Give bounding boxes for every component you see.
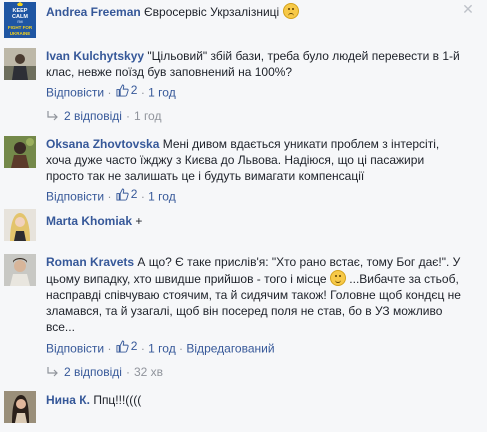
comment-text: Andrea Freeman Євросервіс Укрзалізниці [46,3,299,20]
comment-body-line: цьому випадку, хто швидше прийшов - того… [46,272,327,286]
timestamp: 1 год [133,109,162,123]
comment-nina-k: Нина К. Ппц!!!(((( [0,385,487,430]
comment-marta-khomiak: Marta Khomiak + [0,205,487,245]
separator: · [140,85,145,100]
thumbs-up-icon [116,83,129,97]
likes-number: 2 [130,187,138,201]
reply-arrow-icon [47,111,58,121]
timestamp[interactable]: 1 год [148,190,176,204]
separator: · [107,341,112,356]
svg-text:FIGHT FOR: FIGHT FOR [8,25,33,30]
avatar[interactable] [4,48,36,80]
svg-text:I'M: I'M [17,19,22,24]
likes-number: 2 [130,83,138,97]
likes-count[interactable]: 2 [115,186,138,202]
likes-number: 2 [130,339,138,353]
comment-body-line: Мені дивом вдається уникати проблем з ін… [162,137,440,151]
comment-meta: Відповісти · 2 · 1 год [46,186,176,205]
thumbs-up-icon [116,339,129,353]
comment-body-line: клас, невже поїзд був заповнений на 100%… [46,65,293,79]
separator: · [140,341,145,356]
avatar[interactable] [4,136,36,168]
comment-oksana-zhovtovska: Oksana Zhovtovska Мені дивом вдається ун… [0,128,487,204]
author-name[interactable]: Oksana Zhovtovska [46,137,159,151]
separator: · [107,85,112,100]
likes-count[interactable]: 2 [115,338,138,354]
separator: · [125,365,130,379]
comment-ivan-kulchytskyy: Ivan Kulchytskyy "Цільовий" збій бази, т… [0,40,487,100]
comment-body-line: "Цільовий" збій бази, треба було людей п… [147,49,460,63]
replies-row: 2 відповіді · 32 хв [46,364,163,380]
avatar[interactable] [4,209,36,241]
comment-body: Ппц!!!(((( [93,393,142,407]
comment-andrea-freeman: KEEP CALM I'M FIGHT FOR UKRAINE Andrea F… [0,0,487,38]
timestamp: 32 хв [133,365,163,379]
comment-body-line: зламався, та й узагалі, щоб він посеред … [46,304,443,318]
comment-body-line: А що? Є таке прислів'я: "Хто рано встає,… [137,255,461,269]
replies-row: 2 відповіді · 1 год [46,108,161,124]
sad-emoji-icon [282,3,299,19]
thumbs-up-icon [116,187,129,201]
comment-body: Євросервіс Укрзалізниці [144,5,280,19]
reply-link[interactable]: Відповісти [46,86,104,100]
comment-body-line: насправді співчуваю стоячим, та й сидячи… [46,288,461,302]
edited-link[interactable]: Відредагований [186,342,274,356]
close-icon[interactable]: ✕ [461,2,475,16]
separator: · [107,189,112,204]
reply-arrow-icon [47,367,58,377]
author-name[interactable]: Marta Khomiak [46,214,132,228]
author-name[interactable]: Ivan Kulchytskyy [46,49,144,63]
comment-meta: Відповісти · 2 · 1 год [46,82,176,101]
timestamp[interactable]: 1 год [148,86,176,100]
comment-meta: Відповісти · 2 · 1 год · Відредагований [46,338,275,357]
avatar[interactable] [4,391,36,423]
separator: · [179,341,184,356]
comment-text: Ivan Kulchytskyy "Цільовий" збій бази, т… [46,48,460,80]
comment-body-line: просто так не залишать це і будуть вимаг… [46,169,365,183]
author-name[interactable]: Roman Kravets [46,255,134,269]
separator: · [140,189,145,204]
svg-text:UKRAINE: UKRAINE [10,31,31,36]
comment-text: Roman Kravets А що? Є таке прислів'я: "Х… [46,254,461,335]
reply-link[interactable]: Відповісти [46,190,104,204]
avatar[interactable] [4,254,36,286]
view-replies-link[interactable]: 2 відповіді [64,108,122,124]
comment-body-line: хоча дуже часто їжджу з Києва до Львова.… [46,153,425,167]
timestamp[interactable]: 1 год [148,342,176,356]
author-name[interactable]: Andrea Freeman [46,5,141,19]
comment-text: Oksana Zhovtovska Мені дивом вдається ун… [46,136,439,184]
comment-body: + [135,214,143,228]
comment-text: Marta Khomiak + [46,213,142,229]
comment-body-line: ...Вибачте за стьоб, [349,272,459,286]
author-name[interactable]: Нина К. [46,393,90,407]
separator: · [125,109,130,123]
comment-text: Нина К. Ппц!!!(((( [46,392,141,408]
reply-link[interactable]: Відповісти [46,342,104,356]
smile-emoji-icon [329,270,346,286]
view-replies-link[interactable]: 2 відповіді [64,364,122,380]
comment-body-line: все... [46,320,75,334]
avatar[interactable]: KEEP CALM I'M FIGHT FOR UKRAINE [4,2,36,38]
likes-count[interactable]: 2 [115,82,138,98]
comment-roman-kravets: Roman Kravets А що? Є таке прислів'я: "Х… [0,248,487,360]
